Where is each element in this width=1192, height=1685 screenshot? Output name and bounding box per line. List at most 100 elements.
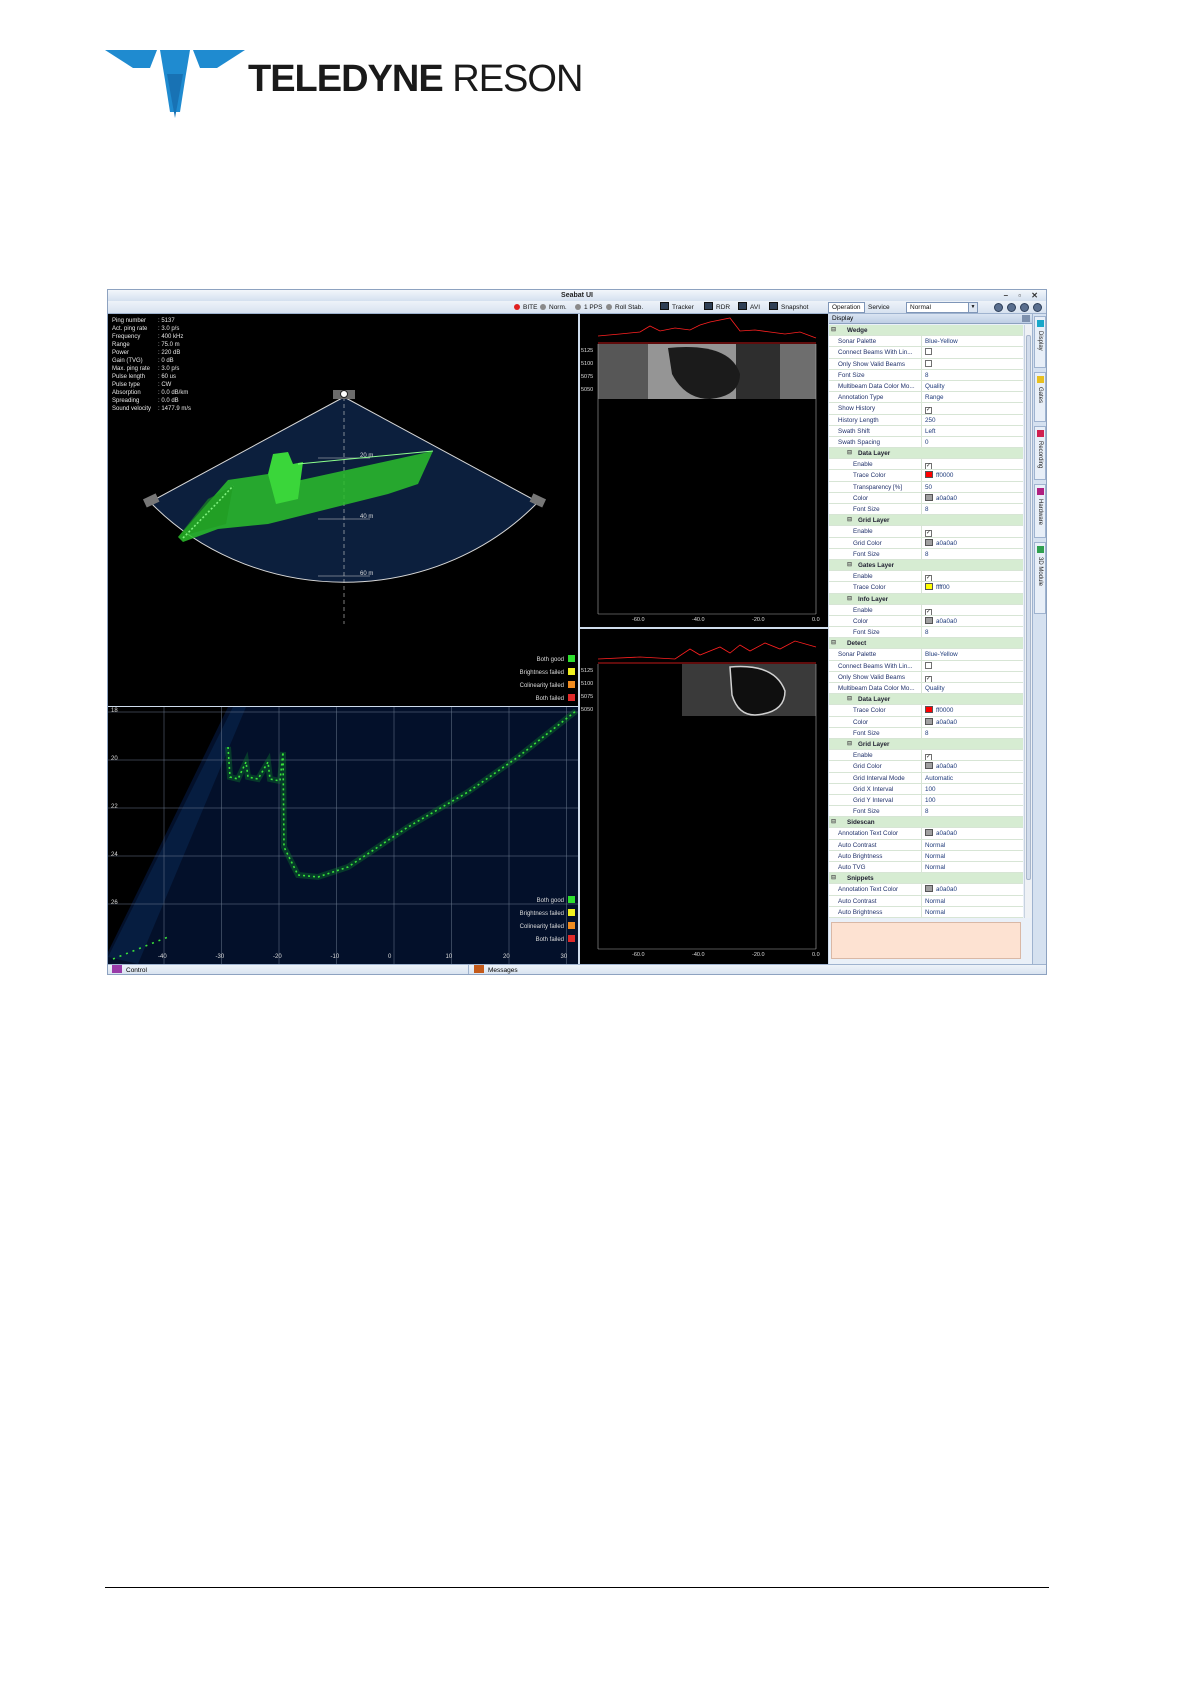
property-row[interactable]: Color a0a0a0 <box>829 615 1023 628</box>
property-value-cell[interactable]: 8 <box>921 369 1023 380</box>
property-row[interactable]: Enable ✓ <box>829 459 1023 471</box>
property-category[interactable]: ⊟ Data Layer <box>829 448 1023 460</box>
property-checkbox[interactable]: ✓ <box>925 675 932 682</box>
property-value-cell[interactable]: Normal <box>921 906 1023 917</box>
property-checkbox[interactable]: ✓ <box>925 407 932 414</box>
property-row[interactable]: Font Size 8 <box>829 548 1023 560</box>
property-row[interactable]: Grid Interval Mode Automatic <box>829 772 1023 784</box>
property-row[interactable]: Multibeam Data Color Mo... Quality <box>829 380 1023 393</box>
property-row[interactable]: Connect Beams With Lin... <box>829 660 1023 672</box>
property-value-cell[interactable]: 100 <box>921 783 1023 794</box>
property-value-cell[interactable]: 8 <box>921 548 1023 559</box>
control-tab[interactable]: Control <box>112 965 147 974</box>
color-swatch[interactable] <box>925 493 933 501</box>
messages-tab[interactable]: Messages <box>474 965 518 974</box>
property-row[interactable]: Font Size 8 <box>829 727 1023 739</box>
property-row[interactable]: Color a0a0a0 <box>829 716 1023 728</box>
color-swatch[interactable] <box>925 616 933 624</box>
tab-recording[interactable]: Recording <box>1034 426 1046 480</box>
property-row[interactable]: Auto Brightness Normal <box>829 850 1023 862</box>
property-row[interactable]: Sonar Palette Blue-Yellow <box>829 649 1023 661</box>
property-category[interactable]: ⊟ Info Layer <box>829 593 1023 605</box>
property-value-cell[interactable]: ✓ <box>921 750 1023 761</box>
property-category[interactable]: ⊟ Detect <box>829 638 1023 650</box>
property-row[interactable]: Auto Contrast Normal <box>829 895 1023 907</box>
property-row[interactable]: History Length 250 <box>829 414 1023 426</box>
property-row[interactable]: Annotation Type Range <box>829 392 1023 404</box>
property-row[interactable]: Grid Y Interval 100 <box>829 794 1023 807</box>
property-checkbox[interactable] <box>925 348 932 356</box>
property-value-cell[interactable]: Blue-Yellow <box>921 649 1023 660</box>
property-row[interactable]: Multibeam Data Color Mo... Quality <box>829 683 1023 695</box>
property-row[interactable]: Swath Shift Left <box>829 425 1023 437</box>
property-value-cell[interactable]: Normal <box>921 839 1023 850</box>
property-value-cell[interactable]: 8 <box>921 627 1023 638</box>
property-value-cell[interactable]: 50 <box>921 481 1023 492</box>
collapse-icon[interactable]: ⊟ <box>829 873 838 883</box>
property-row[interactable]: Only Show Valid Beams ✓ <box>829 671 1023 683</box>
property-row[interactable]: Transparency [%] 50 <box>829 481 1023 493</box>
property-row[interactable]: Only Show Valid Beams <box>829 358 1023 370</box>
property-row[interactable]: Enable ✓ <box>829 750 1023 762</box>
property-value-cell[interactable]: 100 <box>921 794 1023 806</box>
property-row[interactable]: Sonar Palette Blue-Yellow <box>829 336 1023 348</box>
property-value-cell[interactable]: ✓ <box>921 403 1023 414</box>
property-row[interactable]: Enable ✓ <box>829 526 1023 538</box>
collapse-icon[interactable]: ⊟ <box>845 594 854 604</box>
sidescan-view[interactable]: 5125 5100 5075 5050 -60.0 -40.0 -20.0 0.0 <box>580 314 828 627</box>
collapse-icon[interactable]: ⊟ <box>845 739 854 749</box>
tracker-button[interactable]: Tracker <box>660 301 694 314</box>
property-row[interactable]: Trace Color ff0000 <box>829 470 1023 482</box>
property-value-cell[interactable]: ✓ <box>921 604 1023 615</box>
property-value-cell[interactable]: ✓ <box>921 571 1023 582</box>
snippets-view[interactable]: 5125 5100 5075 5050 -60.0 -40.0 -20.0 0.0 <box>580 629 828 964</box>
property-category[interactable]: ⊟ Wedge <box>829 325 1023 337</box>
property-value-cell[interactable]: Left <box>921 425 1023 436</box>
color-swatch[interactable] <box>925 706 933 714</box>
property-category[interactable]: ⊟ Grid Layer <box>829 738 1023 751</box>
property-value-cell[interactable] <box>921 347 1023 358</box>
collapse-icon[interactable]: ⊟ <box>829 817 838 827</box>
property-value-cell[interactable]: Quality <box>921 380 1023 392</box>
property-category[interactable]: ⊟ Data Layer <box>829 694 1023 706</box>
property-row[interactable]: Enable ✓ <box>829 604 1023 616</box>
property-checkbox[interactable] <box>925 359 932 367</box>
property-checkbox[interactable]: ✓ <box>925 463 932 470</box>
property-row[interactable]: Grid Color a0a0a0 <box>829 537 1023 549</box>
collapse-icon[interactable]: ⊟ <box>845 448 854 458</box>
color-swatch[interactable] <box>925 829 933 837</box>
tab-service[interactable]: Service <box>868 301 890 314</box>
property-row[interactable]: Font Size 8 <box>829 627 1023 639</box>
property-row[interactable]: Annotation Text Color a0a0a0 <box>829 828 1023 840</box>
property-value-cell[interactable]: a0a0a0 <box>921 615 1023 627</box>
scrollbar-thumb[interactable] <box>1026 335 1031 880</box>
property-grid[interactable]: ⊟ Wedge Sonar Palette Blue-Yellow Connect Be… <box>829 325 1023 918</box>
info-icon[interactable] <box>1020 303 1029 312</box>
property-value-cell[interactable]: a0a0a0 <box>921 761 1023 772</box>
property-row[interactable]: Swath Spacing 0 <box>829 436 1023 449</box>
property-value-cell[interactable]: Normal <box>921 862 1023 873</box>
property-row[interactable]: Grid Color a0a0a0 <box>829 761 1023 773</box>
property-checkbox[interactable] <box>925 661 932 669</box>
avi-button[interactable]: AVI <box>738 301 760 314</box>
property-row[interactable]: Grid X Interval 100 <box>829 783 1023 795</box>
property-value-cell[interactable]: a0a0a0 <box>921 884 1023 895</box>
property-row[interactable]: Show History ✓ <box>829 403 1023 415</box>
color-swatch[interactable] <box>925 762 933 770</box>
property-value-cell[interactable]: 8 <box>921 806 1023 817</box>
property-category[interactable]: ⊟ Gates Layer <box>829 559 1023 572</box>
property-row[interactable]: Font Size 8 <box>829 369 1023 381</box>
property-value-cell[interactable]: ff0000 <box>921 705 1023 716</box>
color-swatch[interactable] <box>925 471 933 479</box>
tab-3d-module[interactable]: 3D Module <box>1034 542 1046 614</box>
property-category[interactable]: ⊟ Sidescan <box>829 817 1023 829</box>
power-icon[interactable] <box>1033 303 1042 312</box>
property-row[interactable]: Auto Contrast Normal <box>829 839 1023 851</box>
property-value-cell[interactable]: ✓ <box>921 671 1023 682</box>
property-value-cell[interactable]: ffff00 <box>921 582 1023 593</box>
property-value-cell[interactable]: Normal <box>921 895 1023 906</box>
property-row[interactable]: Auto TVG Normal <box>829 862 1023 874</box>
color-swatch[interactable] <box>925 885 933 893</box>
property-row[interactable]: Font Size 8 <box>829 504 1023 516</box>
snapshot-button[interactable]: Snapshot <box>769 301 808 314</box>
